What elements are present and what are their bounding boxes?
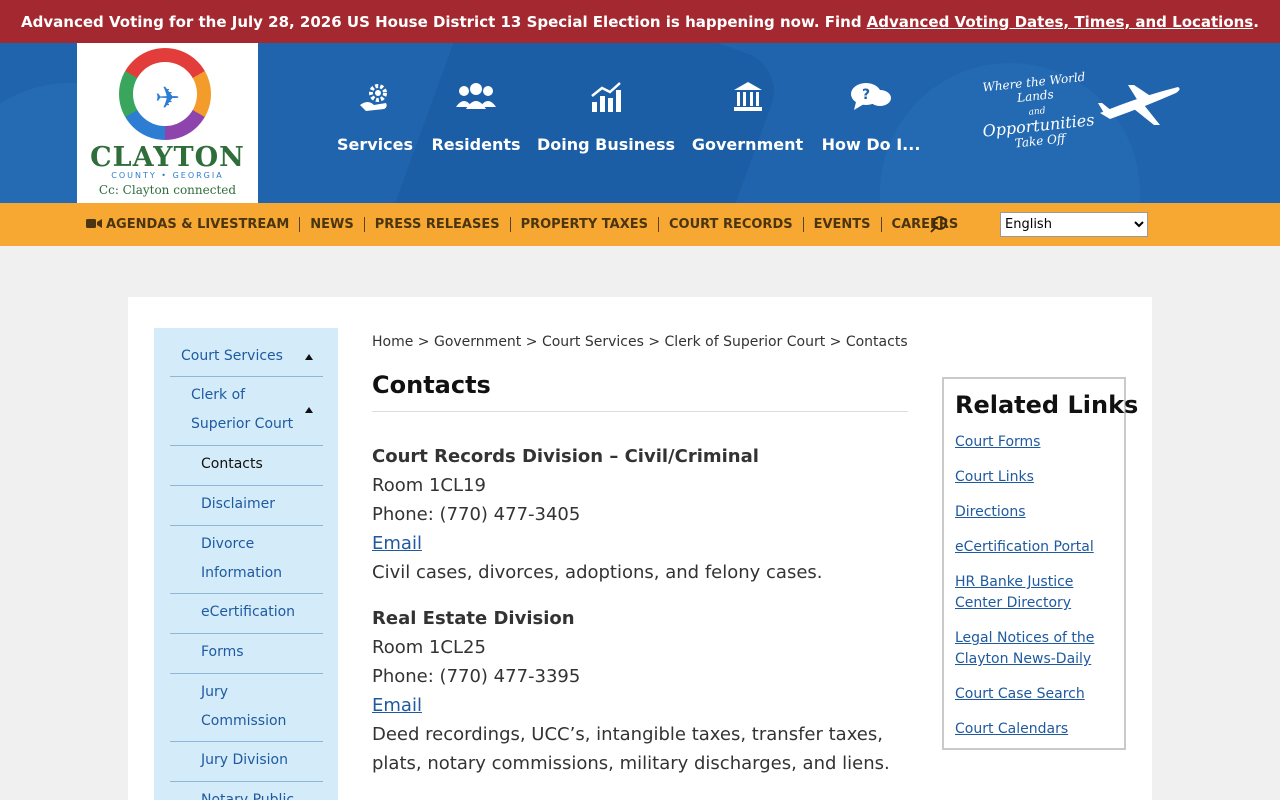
press-releases-link[interactable]: PRESS RELEASES xyxy=(363,217,510,232)
bar-chart-icon xyxy=(590,81,622,113)
clerk-line1: Clerk of xyxy=(191,387,246,403)
breadcrumb: Home > Government > Court Services > Cle… xyxy=(372,334,908,350)
related-link-hr-banke-directory[interactable]: HR Banke Justice Center Directory xyxy=(955,572,1115,614)
airplane-icon xyxy=(1098,85,1180,125)
nav-how-do-i-label: How Do I... xyxy=(821,135,921,154)
language-select[interactable]: English xyxy=(1000,212,1148,237)
nav-government-label: Government xyxy=(691,135,804,154)
email-link[interactable]: Email xyxy=(372,695,422,716)
related-link-court-calendars[interactable]: Court Calendars xyxy=(955,719,1115,740)
nav-doing-business-label: Doing Business xyxy=(536,135,676,154)
related-links-title: Related Links xyxy=(955,391,1139,419)
breadcrumb-clerk[interactable]: Clerk of Superior Court xyxy=(665,334,826,350)
breadcrumb-court-services[interactable]: Court Services xyxy=(542,334,644,350)
court-records-link[interactable]: COURT RECORDS xyxy=(657,217,803,232)
section-description: Deed recordings, UCC’s, intangible taxes… xyxy=(372,724,890,774)
breadcrumb-current: Contacts xyxy=(845,334,908,350)
clayton-county-logo[interactable]: ✈ CLAYTON COUNTY • GEORGIA Cc: Clayton c… xyxy=(77,43,258,203)
advanced-voting-link[interactable]: Advanced Voting Dates, Times, and Locati… xyxy=(867,13,1254,31)
plane-icon: ✈ xyxy=(155,81,181,116)
contact-section-court-records: Court Records Division – Civil/Criminal … xyxy=(372,442,932,587)
divorce-line1: Divorce xyxy=(201,536,255,552)
utility-links: AGENDAS & LIVESTREAM NEWS PRESS RELEASES… xyxy=(86,203,968,246)
nav-doing-business[interactable]: Doing Business xyxy=(537,43,675,203)
collapse-caret-icon[interactable] xyxy=(305,354,313,360)
contact-section-real-estate: Real Estate Division Room 1CL25 Phone: (… xyxy=(372,604,912,778)
collapse-caret-icon[interactable] xyxy=(305,407,313,413)
room-number: Room 1CL25 xyxy=(372,637,486,658)
related-link-directions[interactable]: Directions xyxy=(955,502,1115,523)
divorce-line2: Information xyxy=(201,565,283,581)
sidebar-item-court-services[interactable]: Court Services xyxy=(181,342,283,371)
question-bubbles-icon: ? xyxy=(850,81,892,113)
nav-services[interactable]: Services xyxy=(337,43,413,203)
logo-brand: CLAYTON xyxy=(90,142,245,173)
sidebar-item-divorce-information[interactable]: Divorce Information xyxy=(201,530,282,588)
title-divider xyxy=(372,411,908,412)
sidebar-item-contacts[interactable]: Contacts xyxy=(201,450,263,479)
sidebar-item-jury-division[interactable]: Jury Division xyxy=(201,746,288,775)
nav-government[interactable]: Government xyxy=(692,43,803,203)
related-links-box: Related Links Court Forms Court Links Di… xyxy=(942,377,1138,750)
search-icon[interactable] xyxy=(928,214,950,236)
agendas-livestream-link[interactable]: AGENDAS & LIVESTREAM xyxy=(86,217,299,232)
events-link[interactable]: EVENTS xyxy=(802,217,881,232)
breadcrumb-sep: > xyxy=(829,334,842,350)
room-number: Room 1CL19 xyxy=(372,475,486,496)
related-link-court-links[interactable]: Court Links xyxy=(955,467,1115,488)
capitol-building-icon xyxy=(733,81,762,113)
section-heading: Real Estate Division xyxy=(372,608,575,629)
section-heading: Court Records Division – Civil/Criminal xyxy=(372,446,759,467)
related-link-legal-notices[interactable]: Legal Notices of the Clayton News-Daily xyxy=(955,628,1115,670)
section-description: Civil cases, divorces, adoptions, and fe… xyxy=(372,562,823,583)
alert-text: Advanced Voting for the July 28, 2026 US… xyxy=(21,12,862,31)
sidebar-item-clerk-superior-court[interactable]: Clerk of Superior Court xyxy=(191,381,293,439)
sidebar-item-forms[interactable]: Forms xyxy=(201,638,244,667)
nav-services-label: Services xyxy=(336,135,414,154)
phone-number: Phone: (770) 477-3405 xyxy=(372,504,581,525)
video-camera-icon xyxy=(86,219,102,228)
related-link-court-forms[interactable]: Court Forms xyxy=(955,432,1115,453)
jury-commission-line1: Jury xyxy=(201,684,229,700)
sidebar-item-notary-public[interactable]: Notary Public xyxy=(201,786,294,800)
breadcrumb-sep: > xyxy=(417,334,430,350)
breadcrumb-sep: > xyxy=(525,334,538,350)
alert-end: . xyxy=(1253,12,1259,31)
breadcrumb-government[interactable]: Government xyxy=(434,334,521,350)
logo-subtitle: COUNTY • GEORGIA xyxy=(111,171,224,180)
sidebar-item-disclaimer[interactable]: Disclaimer xyxy=(201,490,275,519)
careers-link[interactable]: CAREERS xyxy=(880,217,969,232)
sidebar-item-jury-commission[interactable]: Jury Commission xyxy=(201,678,286,736)
related-link-ecertification-portal[interactable]: eCertification Portal xyxy=(955,537,1115,558)
news-link[interactable]: NEWS xyxy=(299,217,363,232)
site-header: ✈ CLAYTON COUNTY • GEORGIA Cc: Clayton c… xyxy=(0,43,1280,203)
sidebar-item-ecertification[interactable]: eCertification xyxy=(201,598,295,627)
related-link-court-case-search[interactable]: Court Case Search xyxy=(955,684,1115,705)
property-taxes-link[interactable]: PROPERTY TAXES xyxy=(509,217,658,232)
services-gear-hand-icon xyxy=(358,81,392,113)
logo-tagline: Cc: Clayton connected xyxy=(98,183,237,197)
jury-commission-line2: Commission xyxy=(201,713,287,729)
nav-residents[interactable]: Residents xyxy=(431,43,521,203)
page-title: Contacts xyxy=(372,371,491,399)
agendas-label: AGENDAS & LIVESTREAM xyxy=(106,217,290,232)
slogan: Where the World Lands and Opportunities … xyxy=(969,68,1106,154)
svg-text:?: ? xyxy=(862,87,870,103)
people-icon xyxy=(456,81,496,113)
breadcrumb-home[interactable]: Home xyxy=(372,334,413,350)
breadcrumb-sep: > xyxy=(648,334,661,350)
email-link[interactable]: Email xyxy=(372,533,422,554)
nav-how-do-i[interactable]: ? How Do I... xyxy=(822,43,920,203)
phone-number: Phone: (770) 477-3395 xyxy=(372,666,581,687)
clerk-line2: Superior Court xyxy=(191,416,294,432)
election-alert-bar: Advanced Voting for the July 28, 2026 US… xyxy=(0,0,1280,43)
nav-residents-label: Residents xyxy=(431,135,521,154)
